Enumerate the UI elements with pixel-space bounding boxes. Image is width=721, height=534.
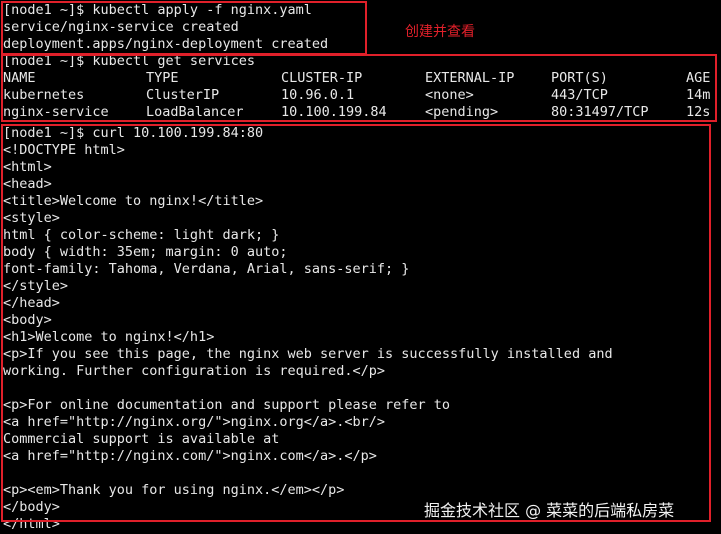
highlight-box-services xyxy=(1,54,717,122)
watermark: 掘金技术社区 @ 菜菜的后端私房菜 xyxy=(424,501,675,520)
highlight-box-apply xyxy=(1,1,367,55)
terminal-window[interactable]: [node1 ~]$ kubectl apply -f nginx.yaml s… xyxy=(0,0,721,534)
annotation-label: 创建并查看 xyxy=(405,24,475,40)
highlight-box-curl-output xyxy=(1,124,711,522)
